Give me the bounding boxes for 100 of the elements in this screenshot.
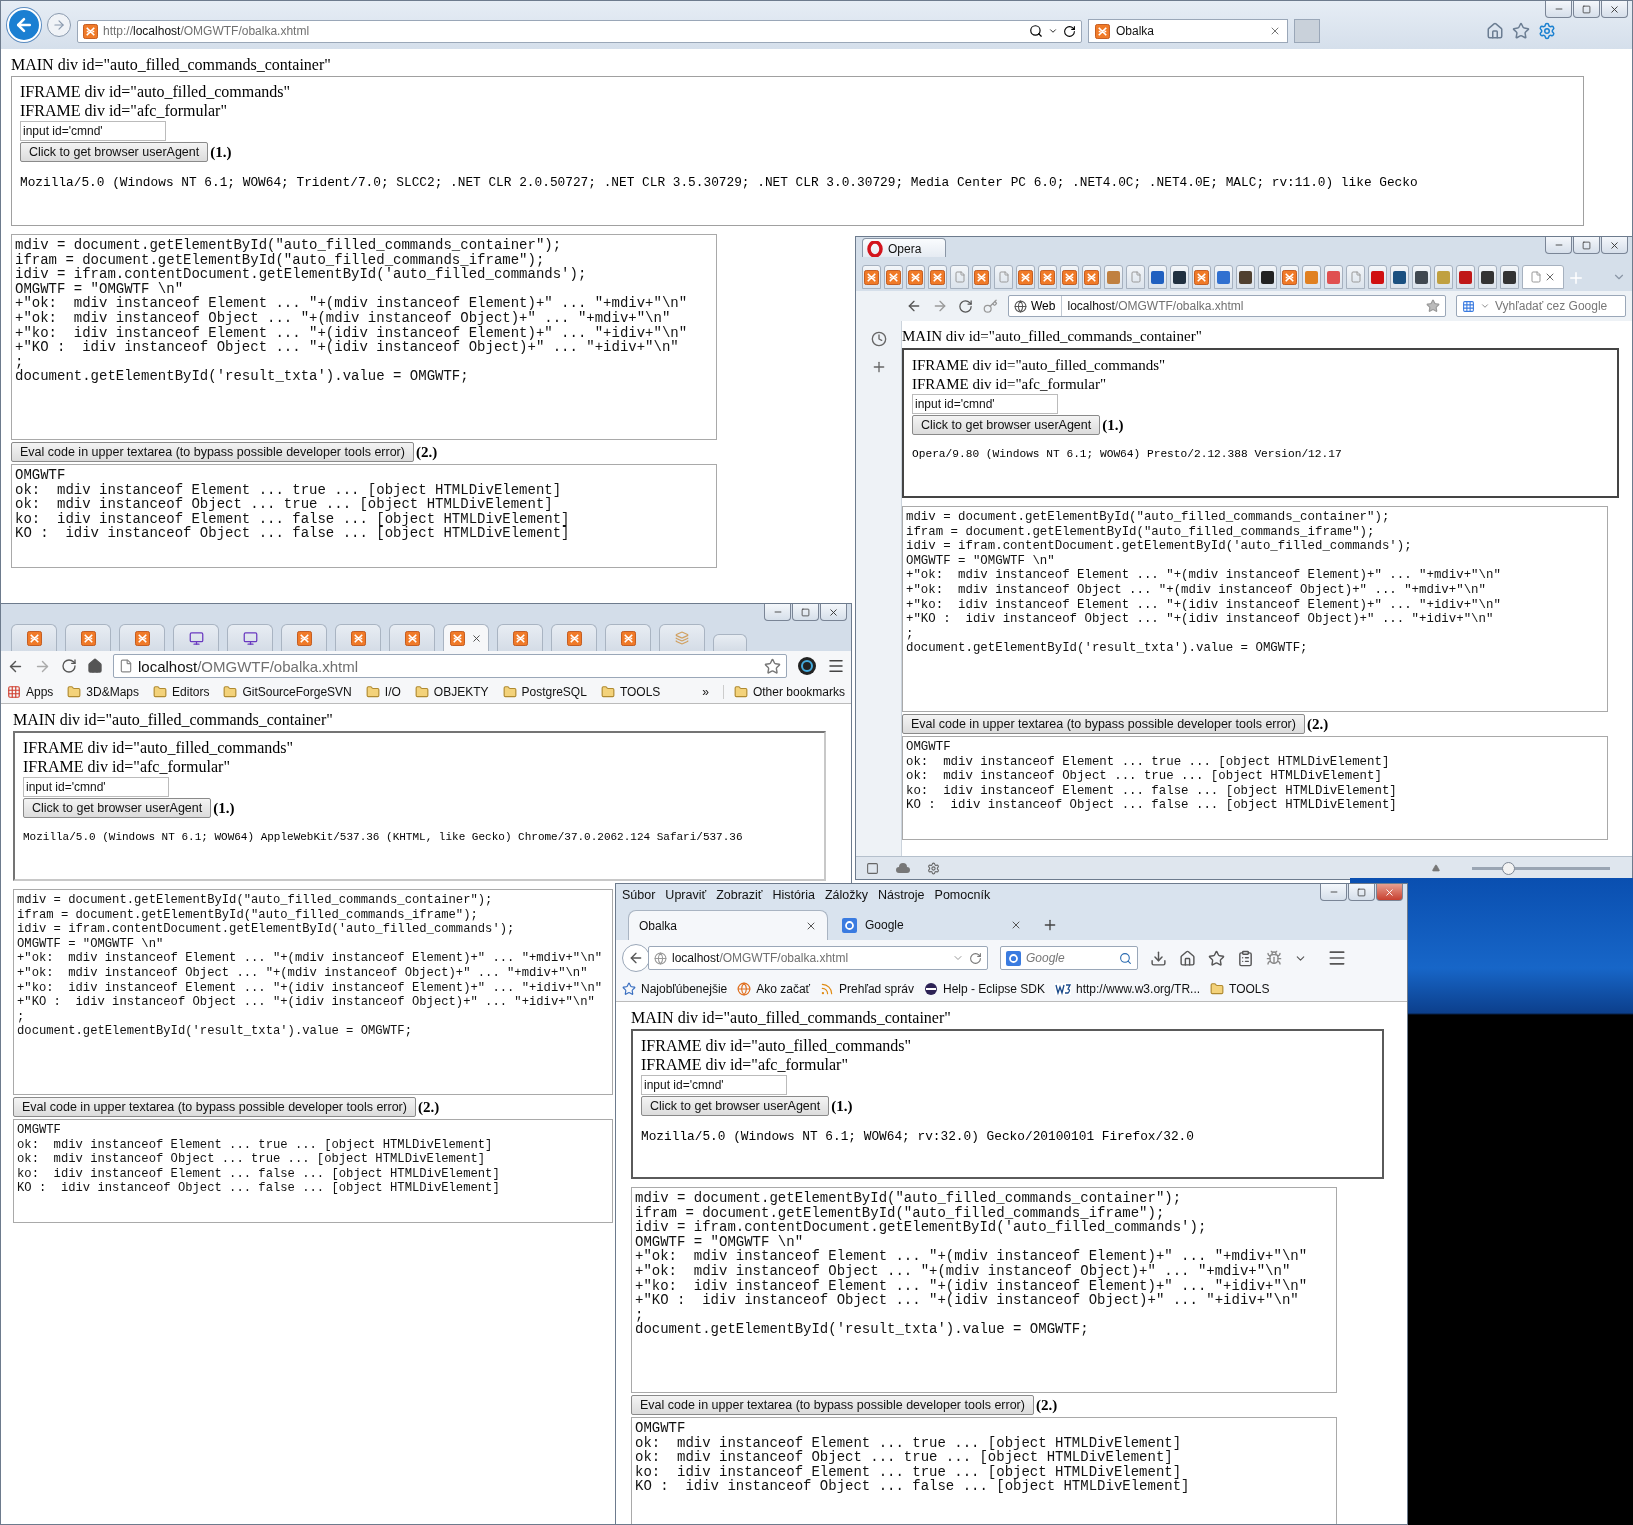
bug-icon[interactable] xyxy=(1266,950,1282,966)
bookmark[interactable]: Help - Eclipse SDK xyxy=(923,981,1045,996)
browser-tab[interactable] xyxy=(1478,265,1497,289)
settings-icon[interactable] xyxy=(1538,22,1556,40)
browser-tab[interactable] xyxy=(1412,265,1431,289)
bookmark[interactable]: Ako začať xyxy=(737,981,811,996)
browser-tab[interactable]: Obalka xyxy=(628,910,828,940)
minimize-button[interactable] xyxy=(1545,237,1572,254)
minimize-button[interactable] xyxy=(1320,884,1347,901)
result-textarea[interactable]: OMGWTF ok: mdiv instanceof Element ... true ... [object HTMLDivElement] ok: mdiv instanceof Object ... true ... [object HTMLDivElement] ko: idiv instanceof Element ... false ... [object HTMLDivElement] KO : idiv instanceof Object ... false ... [object HTMLDivElement] xyxy=(13,1119,613,1223)
close-icon[interactable] xyxy=(1269,25,1281,37)
close-button[interactable] xyxy=(1601,237,1628,254)
menu-icon[interactable] xyxy=(827,657,845,675)
command-input-field[interactable]: input id='cmnd' xyxy=(912,394,1058,414)
eval-button[interactable]: Eval code in upper textarea (to bypass possible developer tools error) xyxy=(631,1395,1034,1415)
panel-toggle-icon[interactable] xyxy=(866,861,879,875)
command-input-field[interactable]: input id='cmnd' xyxy=(23,777,169,797)
reload-icon[interactable] xyxy=(61,658,77,674)
bookmark[interactable]: TOOLS xyxy=(1210,981,1270,996)
reload-icon[interactable] xyxy=(958,298,973,314)
bookmark[interactable]: Prehľad správ xyxy=(820,981,914,996)
menu-item[interactable]: Zobraziť xyxy=(716,888,763,902)
close-icon[interactable] xyxy=(471,632,482,644)
browser-tab[interactable] xyxy=(1500,265,1519,289)
bookmark[interactable]: TOOLS xyxy=(600,685,661,699)
result-textarea[interactable]: OMGWTF ok: mdiv instanceof Element ... true ... [object HTMLDivElement] ok: mdiv instanceof Object ... true ... [object HTMLDivElement] ko: idiv instanceof Element ... true ... [object HTMLDivElement] KO : idiv instanceof Object ... false ... [object HTMLDivElement] xyxy=(631,1417,1337,1524)
menu-item[interactable]: História xyxy=(772,888,815,902)
bookmark[interactable]: 3D&Maps xyxy=(67,685,140,699)
bookmark[interactable]: Apps xyxy=(7,685,54,699)
reload-icon[interactable] xyxy=(969,951,982,965)
clipboard-icon[interactable] xyxy=(1237,949,1254,967)
command-input-field[interactable]: input id='cmnd' xyxy=(641,1075,787,1095)
back-icon[interactable] xyxy=(906,298,922,314)
more-bookmarks-chevron[interactable]: » xyxy=(702,685,709,699)
minimize-button[interactable] xyxy=(764,604,791,621)
menu-item[interactable]: Nástroje xyxy=(878,888,925,902)
result-textarea[interactable]: OMGWTF ok: mdiv instanceof Element ... true ... [object HTMLDivElement] ok: mdiv instanceof Object ... true ... [object HTMLDivElement] ko: idiv instanceof Element ... false ... [object HTMLDivElement] KO : idiv instanceof Object ... false ... [object HTMLDivElement] xyxy=(11,464,717,568)
close-icon[interactable] xyxy=(1544,271,1556,283)
forward-icon[interactable] xyxy=(932,298,948,314)
user-agent-button[interactable]: Click to get browser userAgent xyxy=(23,798,212,818)
cloud-icon[interactable] xyxy=(895,862,911,874)
bookmark[interactable]: Editors xyxy=(153,685,210,699)
user-agent-button[interactable]: Click to get browser userAgent xyxy=(912,415,1101,435)
user-agent-button[interactable]: Click to get browser userAgent xyxy=(20,142,209,162)
caret-icon[interactable] xyxy=(1048,26,1058,36)
star-icon[interactable] xyxy=(1208,949,1225,967)
browser-tab[interactable] xyxy=(1170,265,1189,289)
minimize-button[interactable] xyxy=(1545,1,1572,18)
home-icon[interactable] xyxy=(1179,949,1196,967)
address-bar[interactable]: Web localhost/OMGWTF/obalka.xhtml xyxy=(1008,295,1446,317)
bookmark[interactable]: Other bookmarks xyxy=(722,685,845,699)
code-textarea[interactable]: mdiv = document.getElementById("auto_filled_commands_container"); ifram = document.getElementById("auto_filled_commands_iframe"); idiv = ifram.contentDocument.getElementById('auto_filled_commands'); OMGWTF = "OMGWTF \n" +"ok: mdiv instanceof Element ... "+(mdiv instanceof Element)+" ... "+mdiv+"\n" +"ok: mdiv instanceof Object ... "+(mdiv instanceof Object)+" ... "+mdiv+"\n" +"ko: idiv instanceof Element ... "+(idiv instanceof Element)+" ... "+idiv+"\n" +"KO : idiv instanceof Object ... "+(idiv instanceof Object)+" ... "+idiv+"\n" ; document.getElementById('result_txta').value = OMGWTF; xyxy=(631,1187,1337,1393)
star-icon[interactable] xyxy=(764,657,781,675)
maximize-button[interactable] xyxy=(1348,884,1375,901)
browser-tab[interactable] xyxy=(1236,265,1255,289)
download-icon[interactable] xyxy=(1150,949,1167,967)
back-button[interactable] xyxy=(622,944,650,972)
history-icon[interactable] xyxy=(870,331,887,347)
home-icon[interactable] xyxy=(1486,22,1504,40)
search-field[interactable]: Google xyxy=(1000,946,1138,970)
browser-tab[interactable]: Obalka xyxy=(1088,19,1288,43)
new-tab-icon[interactable] xyxy=(1042,917,1058,933)
close-button[interactable] xyxy=(1376,884,1403,901)
code-textarea[interactable]: mdiv = document.getElementById("auto_filled_commands_container"); ifram = document.getElementById("auto_filled_commands_iframe"); idiv = ifram.contentDocument.getElementById('auto_filled_commands'); OMGWTF = "OMGWTF \n" +"ok: mdiv instanceof Element ... "+(mdiv instanceof Element)+" ... "+mdiv+"\n" +"ok: mdiv instanceof Object ... "+(mdiv instanceof Object)+" ... "+mdiv+"\n" +"ko: idiv instanceof Element ... "+(idiv instanceof Element)+" ... "+idiv+"\n" +"KO : idiv instanceof Object ... "+(idiv instanceof Object)+" ... "+idiv+"\n" ; document.getElementById('result_txta').value = OMGWTF; xyxy=(13,889,613,1095)
maximize-button[interactable] xyxy=(1573,1,1600,18)
bookmark[interactable]: Najobľúbenejšie xyxy=(622,981,728,996)
code-textarea[interactable]: mdiv = document.getElementById("auto_filled_commands_container"); ifram = document.getElementById("auto_filled_commands_iframe"); idiv = ifram.contentDocument.getElementById('auto_filled_commands'); OMGWTF = "OMGWTF \n" +"ok: mdiv instanceof Element ... "+(mdiv instanceof Element)+" ... "+mdiv+"\n" +"ok: mdiv instanceof Object ... "+(mdiv instanceof Object)+" ... "+mdiv+"\n" +"ko: idiv instanceof Element ... "+(idiv instanceof Element)+" ... "+idiv+"\n" +"KO : idiv instanceof Object ... "+(idiv instanceof Object)+" ... "+idiv+"\n" ; document.getElementById('result_txta').value = OMGWTF; xyxy=(902,506,1608,712)
star-icon[interactable] xyxy=(1426,299,1440,313)
address-bar[interactable]: http://localhost/OMGWTF/obalka.xhtml xyxy=(77,19,1082,43)
close-button[interactable] xyxy=(1601,1,1628,18)
eval-button[interactable]: Eval code in upper textarea (to bypass possible developer tools error) xyxy=(902,714,1305,734)
eval-button[interactable]: Eval code in upper textarea (to bypass possible developer tools error) xyxy=(11,442,414,462)
browser-tab[interactable] xyxy=(1390,265,1409,289)
forward-button[interactable] xyxy=(47,13,71,37)
address-bar[interactable]: localhost/OMGWTF/obalka.xhtml xyxy=(648,946,988,970)
home-icon[interactable] xyxy=(87,658,103,674)
web-badge[interactable]: Web xyxy=(1014,296,1063,316)
browser-tab[interactable] xyxy=(1258,265,1277,289)
bookmark[interactable]: I/O xyxy=(365,685,401,699)
menu-item[interactable]: Upraviť xyxy=(665,888,707,902)
menu-icon[interactable] xyxy=(1327,948,1347,968)
menu-item[interactable]: Súbor xyxy=(622,888,656,902)
search-field[interactable]: Vyhľadať cez Google xyxy=(1456,295,1626,317)
search-icon[interactable] xyxy=(1029,24,1043,38)
eval-button[interactable]: Eval code in upper textarea (to bypass possible developer tools error) xyxy=(13,1097,416,1117)
bookmark[interactable]: http://www.w3.org/TR... xyxy=(1055,981,1201,996)
maximize-button[interactable] xyxy=(1573,237,1600,254)
result-textarea[interactable]: OMGWTF ok: mdiv instanceof Element ... true ... [object HTMLDivElement] ok: mdiv instanceof Object ... true ... [object HTMLDivElement] ko: idiv instanceof Element ... false ... [object HTMLDivElement] KO : idiv instanceof Object ... false ... [object HTMLDivElement] xyxy=(902,736,1608,840)
menu-item[interactable]: Pomocník xyxy=(934,888,991,902)
star-icon[interactable] xyxy=(1512,22,1530,40)
close-button[interactable] xyxy=(820,604,847,621)
key-icon[interactable] xyxy=(983,298,998,314)
browser-tab[interactable]: Google xyxy=(832,910,1032,940)
menu-item[interactable]: Záložky xyxy=(824,888,868,902)
camera-lens-icon[interactable] xyxy=(797,656,817,676)
refresh-icon[interactable] xyxy=(1063,24,1076,38)
close-icon[interactable] xyxy=(1010,919,1022,931)
user-agent-button[interactable]: Click to get browser userAgent xyxy=(641,1096,830,1116)
code-textarea[interactable]: mdiv = document.getElementById("auto_filled_commands_container"); ifram = document.getElementById("auto_filled_commands_iframe"); idiv = ifram.contentDocument.getElementById('auto_filled_commands'); OMGWTF = "OMGWTF \n" +"ok: mdiv instanceof Element ... "+(mdiv instanceof Element)+" ... "+mdiv+"\n" +"ok: mdiv instanceof Object ... "+(mdiv instanceof Object)+" ... "+mdiv+"\n" +"ko: idiv instanceof Element ... "+(idiv instanceof Element)+" ... "+idiv+"\n" +"KO : idiv instanceof Object ... "+(idiv instanceof Object)+" ... "+idiv+"\n" ; document.getElementById('result_txta').value = OMGWTF; xyxy=(11,234,717,440)
bookmark[interactable]: PostgreSQL xyxy=(502,685,587,699)
